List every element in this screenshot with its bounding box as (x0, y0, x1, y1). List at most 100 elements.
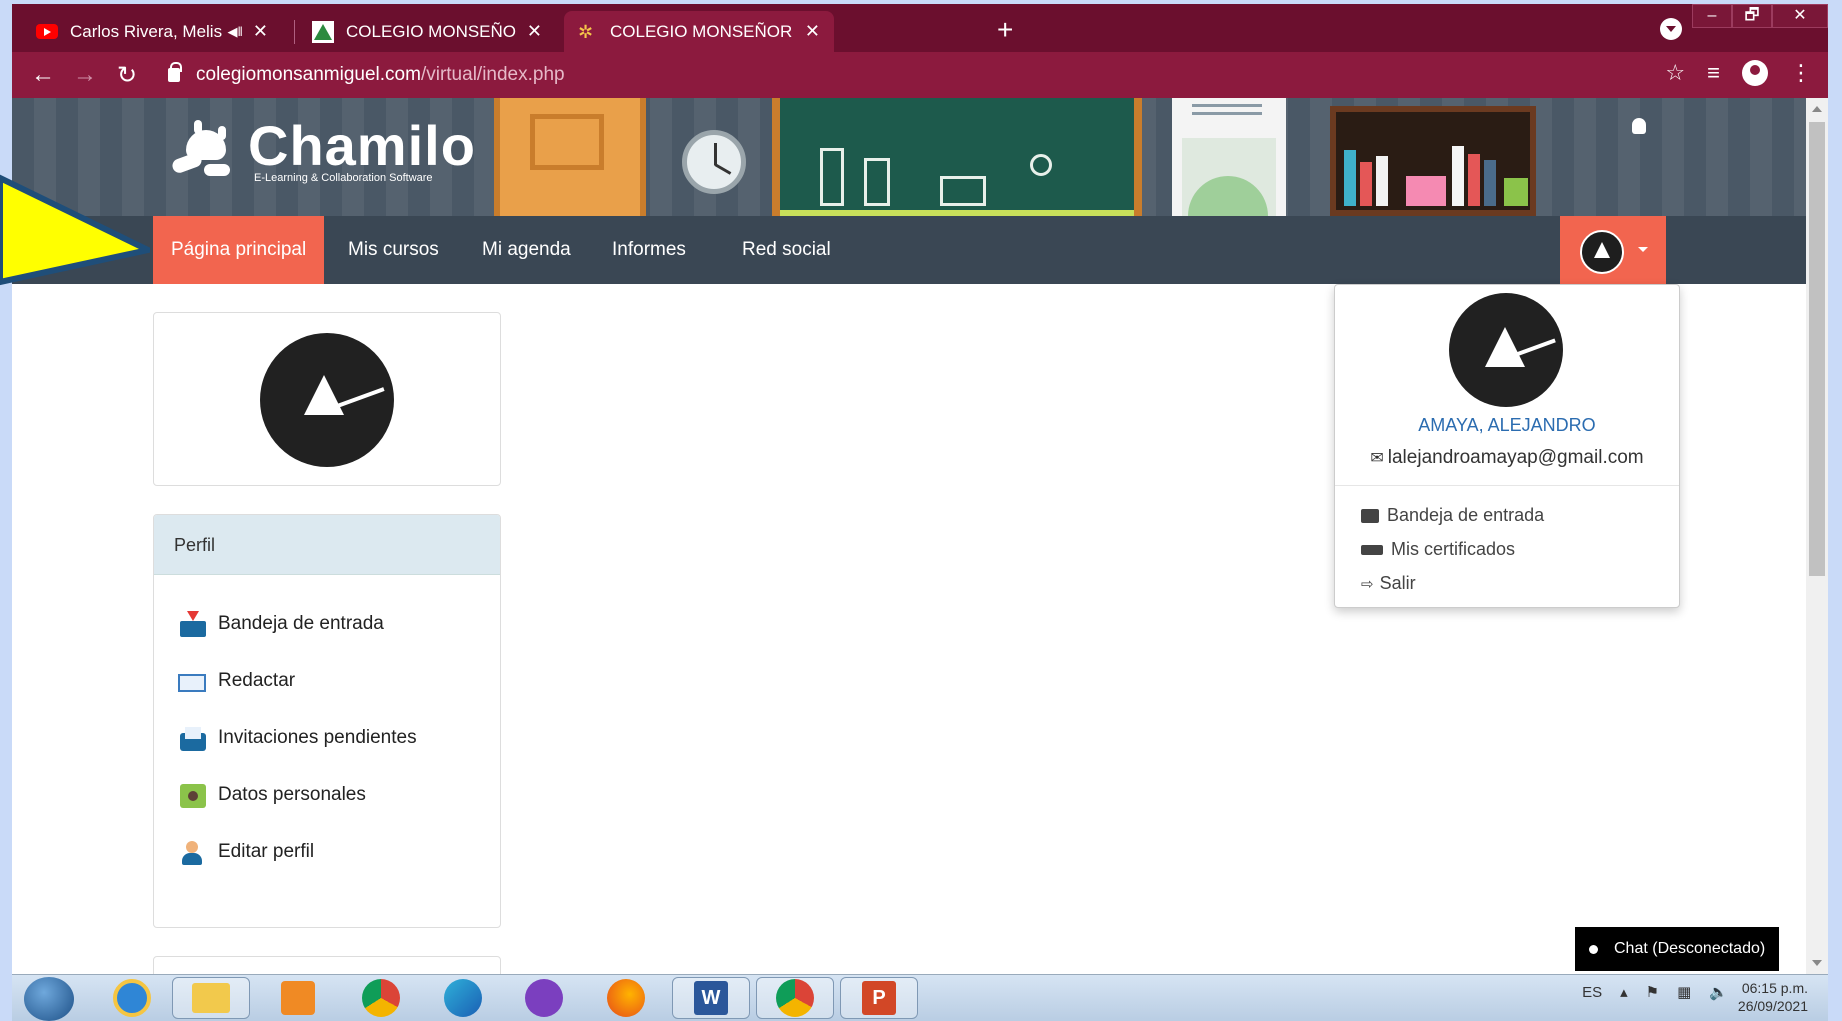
avatar (1449, 293, 1563, 407)
compose-envelope-icon (178, 668, 206, 694)
reload-icon[interactable]: ↻ (106, 61, 148, 90)
new-tab-button[interactable]: + (997, 14, 1013, 46)
page-scrollbar[interactable] (1806, 98, 1828, 974)
online-users-icon[interactable] (1632, 118, 1646, 134)
volume-icon[interactable]: 🔈 (1709, 983, 1728, 1001)
network-icon[interactable]: ▦ (1677, 983, 1691, 1001)
tray-expand-icon[interactable]: ▴ (1620, 983, 1628, 1001)
avatar (1580, 230, 1624, 274)
header-banner: Chamilo E-Learning & Collaboration Softw… (12, 98, 1806, 216)
system-tray: ES ▴ ⚑ ▦ 🔈 (1582, 983, 1728, 1002)
file-explorer-icon[interactable] (172, 977, 250, 1019)
user-avatar-card (153, 312, 501, 486)
sidebar-item-label: Redactar (218, 670, 296, 691)
sidebar-item-invitations[interactable]: Invitaciones pendientes (178, 725, 417, 751)
next-panel (153, 956, 501, 974)
user-email: ✉ lalejandroamayap@gmail.com (1335, 447, 1679, 469)
inbox-icon (178, 611, 206, 637)
sidebar-item-label: Datos personales (218, 784, 366, 805)
forward-arrow-icon[interactable]: → (64, 61, 106, 89)
tab-title: COLEGIO MONSEÑOR SANMIGU (346, 21, 517, 41)
dropdown-item-logout[interactable]: ⇨ Salir (1361, 573, 1416, 594)
windows-start-button[interactable] (24, 977, 74, 1021)
dropdown-item-label: Salir (1379, 573, 1416, 593)
tab-search-icon[interactable] (1660, 18, 1682, 40)
taskbar-clock[interactable]: 06:15 p.m. 26/09/2021 (1738, 979, 1808, 1015)
envelope-icon: ✉ (1370, 450, 1384, 467)
sidebar-item-label: Invitaciones pendientes (218, 727, 417, 748)
action-center-flag-icon[interactable]: ⚑ (1646, 983, 1659, 1001)
tab-title: COLEGIO MONSEÑOR SANMIGU (610, 21, 795, 41)
url-host: colegiomonsanmiguel.com (196, 64, 421, 85)
tab-youtube[interactable]: Carlos Rivera, Melissa Robles ◀ǁ ✕ (22, 11, 282, 52)
tab-colegio-active[interactable]: ✲ COLEGIO MONSEÑOR SANMIGU ✕ (564, 11, 834, 52)
scroll-down-arrow-icon[interactable] (1812, 960, 1822, 966)
clock-date: 26/09/2021 (1737, 998, 1808, 1014)
chrome-profile-icon[interactable] (756, 977, 834, 1019)
chamilo-logo[interactable]: Chamilo E-Learning & Collaboration Softw… (168, 114, 476, 184)
url-field[interactable]: colegiomonsanmiguel.com/virtual/index.ph… (168, 62, 565, 86)
word-icon[interactable]: W (672, 977, 750, 1019)
sign-out-icon: ⇨ (1361, 575, 1374, 593)
chat-status-dot (1589, 944, 1598, 954)
tab-title: Carlos Rivera, Melissa Robles (70, 21, 222, 41)
banner-door-illustration (494, 98, 646, 216)
banner-clock-illustration (682, 130, 746, 194)
nav-my-courses[interactable]: Mis cursos (330, 216, 457, 284)
internet-explorer-icon[interactable] (108, 977, 156, 1019)
firefox-icon[interactable] (602, 977, 650, 1019)
sidebar-item-label: Editar perfil (218, 841, 315, 862)
chat-widget[interactable]: Chat (Desconectado) (1575, 927, 1779, 971)
panel-title: Perfil (154, 515, 500, 575)
dropdown-item-certificates[interactable]: Mis certificados (1361, 539, 1515, 560)
sidebar-item-compose[interactable]: Redactar (178, 668, 295, 694)
restore-button[interactable]: 🗗 (1732, 4, 1772, 28)
sidebar-item-edit-profile[interactable]: Editar perfil (178, 839, 314, 865)
user-full-name[interactable]: AMAYA, ALEJANDRO (1335, 415, 1679, 436)
menu-dots-icon[interactable]: ⋮ (1790, 60, 1812, 86)
banner-chalkboard-illustration (772, 98, 1142, 216)
tab-separator (294, 20, 295, 44)
lock-icon (168, 62, 182, 82)
nav-social[interactable]: Red social (724, 216, 849, 284)
web-page: Chamilo E-Learning & Collaboration Softw… (12, 98, 1806, 974)
avatar[interactable] (260, 333, 394, 467)
profile-icon[interactable] (1742, 60, 1768, 86)
banner-picture-illustration (1172, 98, 1286, 216)
vpn-icon[interactable] (520, 977, 568, 1019)
nav-reports[interactable]: Informes (594, 216, 704, 284)
scroll-up-arrow-icon[interactable] (1812, 106, 1822, 112)
scrollbar-thumb[interactable] (1809, 122, 1825, 576)
sidebar-item-inbox[interactable]: Bandeja de entrada (178, 611, 384, 637)
url-path: /virtual/index.php (420, 64, 565, 85)
bookmark-star-icon[interactable]: ☆ (1665, 60, 1685, 86)
invitations-tray-icon (178, 725, 206, 751)
close-icon[interactable]: ✕ (805, 21, 820, 42)
minimize-button[interactable]: – (1692, 4, 1732, 28)
close-icon[interactable]: ✕ (253, 21, 268, 42)
profile-panel: Perfil Bandeja de entrada Redactar Invit… (153, 514, 501, 928)
window-close-button[interactable]: ✕ (1772, 4, 1828, 28)
chrome-icon[interactable] (357, 977, 405, 1019)
user-dropdown-menu: AMAYA, ALEJANDRO ✉ lalejandroamayap@gmail… (1334, 284, 1680, 608)
close-icon[interactable]: ✕ (527, 21, 542, 42)
powerpoint-icon[interactable]: P (840, 977, 918, 1019)
divider (1335, 485, 1679, 486)
reading-list-icon[interactable]: ≡ (1707, 60, 1720, 86)
audio-playing-icon[interactable]: ◀ǁ (228, 24, 243, 40)
personal-data-icon (178, 782, 206, 808)
sidebar-item-personal-data[interactable]: Datos personales (178, 782, 366, 808)
dropdown-item-inbox[interactable]: Bandeja de entrada (1361, 505, 1544, 526)
nav-agenda[interactable]: Mi agenda (464, 216, 589, 284)
back-arrow-icon[interactable]: ← (22, 61, 64, 89)
logo-title: Chamilo (248, 114, 476, 177)
os-taskbar: W P ES ▴ ⚑ ▦ 🔈 06:15 p.m. 26/09/2021 (12, 974, 1828, 1021)
nav-home[interactable]: Página principal (153, 216, 325, 284)
media-player-icon[interactable] (274, 977, 322, 1019)
dropdown-item-label: Bandeja de entrada (1387, 505, 1545, 525)
user-menu-button[interactable] (1560, 216, 1666, 284)
tab-colegio-1[interactable]: COLEGIO MONSEÑOR SANMIGU ✕ (298, 11, 556, 52)
edge-icon[interactable] (439, 977, 487, 1019)
clock-time: 06:15 p.m. (1741, 980, 1808, 996)
language-indicator[interactable]: ES (1582, 984, 1602, 1001)
